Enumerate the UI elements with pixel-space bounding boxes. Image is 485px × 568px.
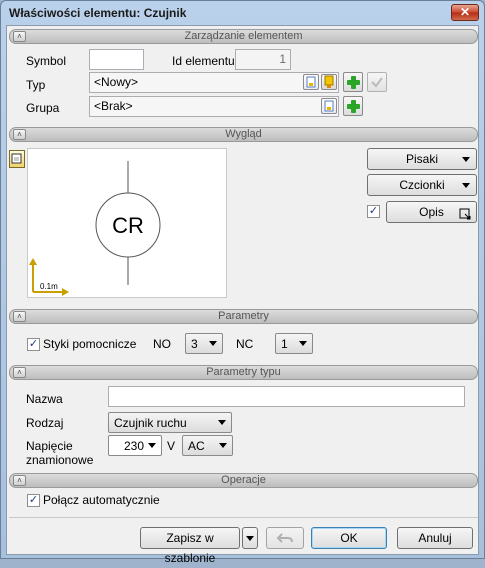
- type-value: <Nowy>: [94, 75, 139, 89]
- name-input[interactable]: [108, 386, 465, 407]
- preview-tool-icon[interactable]: [9, 150, 25, 168]
- chevron-down-icon: [462, 183, 470, 188]
- nc-value: 1: [281, 337, 288, 351]
- fonts-button-label: Czcionki: [399, 178, 445, 192]
- voltage-value: 230: [124, 439, 145, 453]
- name-label: Nazwa: [26, 392, 63, 406]
- group-value: <Brak>: [94, 99, 133, 113]
- no-label: NO: [153, 337, 171, 351]
- section-management-title: Zarządzanie elementem: [184, 30, 303, 42]
- add-type-button[interactable]: [343, 72, 363, 92]
- chevron-down-icon: [462, 157, 470, 162]
- type-catalog-icon[interactable]: [321, 74, 337, 90]
- close-icon: ✕: [459, 5, 471, 19]
- cancel-button-label: Anuluj: [418, 531, 452, 545]
- undo-icon: [276, 533, 293, 543]
- dialog-window: Właściwości elementu: Czujnik ✕ ˄ Zarząd…: [0, 0, 485, 565]
- kind-value: Czujnik ruchu: [114, 416, 187, 430]
- add-group-button[interactable]: [343, 96, 363, 116]
- group-label: Grupa: [26, 101, 60, 115]
- type-edit-icon[interactable]: [303, 74, 319, 90]
- chevron-down-icon: [209, 341, 217, 346]
- dialog-client-area: ˄ Zarządzanie elementem Symbol Id elemen…: [6, 25, 479, 565]
- no-select[interactable]: 3: [185, 333, 223, 354]
- fonts-button[interactable]: Czcionki: [367, 174, 477, 196]
- title-bar[interactable]: Właściwości elementu: Czujnik ✕: [1, 1, 484, 25]
- section-appearance-title: Wygląd: [225, 128, 262, 140]
- chevron-down-icon: [299, 341, 307, 346]
- group-field[interactable]: <Brak>: [89, 96, 339, 117]
- auto-connect-checkbox[interactable]: ✓: [27, 494, 40, 507]
- section-parameters-title: Parametry: [218, 310, 269, 322]
- chevron-down-icon: [148, 443, 156, 448]
- voltage-label-line2: znamionowe: [26, 453, 94, 467]
- section-management-header[interactable]: ˄ Zarządzanie elementem: [9, 29, 478, 44]
- section-operations-header[interactable]: ˄ Operacje: [9, 473, 478, 488]
- current-type-value: AC: [188, 439, 205, 453]
- save-template-button[interactable]: Zapisz w szablonie: [140, 527, 240, 565]
- element-id-field: 1: [235, 49, 291, 70]
- chevron-down-icon: [219, 443, 227, 448]
- open-window-icon: [459, 206, 471, 226]
- section-type-parameters-title: Parametry typu: [206, 366, 281, 378]
- symbol-label: Symbol: [26, 54, 67, 68]
- pens-button-label: Pisaki: [405, 152, 438, 166]
- scale-label: 0.1m: [40, 282, 58, 291]
- auto-connect-label: Połącz automatycznie: [43, 493, 160, 507]
- aux-contacts-checkbox[interactable]: ✓: [27, 338, 40, 351]
- chevron-down-icon: [246, 536, 254, 541]
- chevron-down-icon: [218, 420, 226, 425]
- kind-label: Rodzaj: [26, 416, 64, 430]
- description-button-label: Opis: [419, 205, 444, 219]
- symbol-input[interactable]: [89, 49, 144, 70]
- voltage-label-line1: Napięcie: [26, 439, 73, 453]
- aux-contacts-label: Styki pomocnicze: [43, 337, 137, 351]
- section-operations-title: Operacje: [221, 474, 266, 486]
- apply-type-button[interactable]: [367, 72, 387, 92]
- symbol-text: CR: [112, 213, 144, 238]
- ok-button[interactable]: OK: [311, 527, 387, 549]
- section-parameters-header[interactable]: ˄ Parametry: [9, 309, 478, 324]
- group-edit-icon[interactable]: [321, 98, 337, 114]
- check-icon: [371, 77, 383, 88]
- nc-label: NC: [236, 337, 254, 351]
- no-value: 3: [191, 337, 198, 351]
- cancel-button[interactable]: Anuluj: [397, 527, 473, 549]
- scale-arrow-up: [29, 258, 37, 265]
- voltage-unit: V: [167, 439, 176, 453]
- voltage-select[interactable]: 230: [108, 435, 162, 456]
- description-button[interactable]: Opis: [386, 201, 477, 223]
- save-template-label: Zapisz w szablonie: [164, 531, 216, 565]
- description-checkbox[interactable]: ✓: [367, 205, 380, 218]
- window-title: Właściwości elementu: Czujnik: [9, 6, 187, 20]
- section-type-parameters-header[interactable]: ˄ Parametry typu: [9, 365, 478, 380]
- current-type-select[interactable]: AC: [182, 435, 233, 456]
- close-button[interactable]: ✕: [451, 4, 479, 21]
- save-template-menu-button[interactable]: [242, 527, 258, 549]
- kind-select[interactable]: Czujnik ruchu: [108, 412, 232, 433]
- type-field[interactable]: <Nowy>: [89, 72, 339, 93]
- undo-button[interactable]: [266, 527, 304, 549]
- section-appearance-header[interactable]: ˄ Wygląd: [9, 127, 478, 142]
- pens-button[interactable]: Pisaki: [367, 148, 477, 170]
- nc-select[interactable]: 1: [275, 333, 313, 354]
- type-label: Typ: [26, 78, 46, 92]
- scale-arrow-right: [62, 288, 69, 296]
- symbol-preview: CR 0.1m: [27, 148, 227, 298]
- footer-divider: [9, 517, 478, 518]
- element-id-label: Id elementu: [172, 54, 235, 68]
- ok-button-label: OK: [340, 531, 358, 545]
